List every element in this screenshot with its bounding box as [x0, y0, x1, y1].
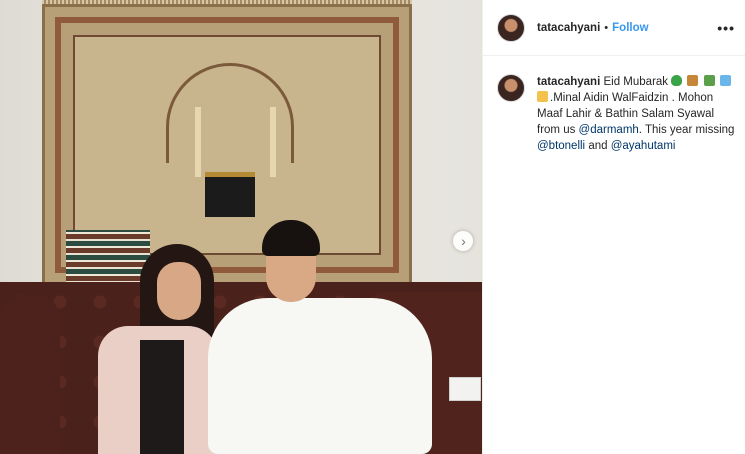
caption-text: tatacahyani Eid Mubarak .Minal Aidin Wal… — [537, 74, 735, 154]
book-stack — [66, 230, 150, 288]
green-heart-icon — [671, 75, 683, 86]
tapestry-minaret — [195, 107, 201, 177]
woman-face — [157, 262, 201, 320]
avatar[interactable] — [497, 13, 525, 42]
post-header: tatacahyani • Follow ••• — [483, 0, 745, 56]
post-side-panel: tatacahyani • Follow ••• tatacahyani Eid… — [482, 0, 745, 454]
caption-text-1: Eid Mubarak — [603, 76, 669, 88]
woman-top — [140, 340, 184, 454]
caption-text-3: . This year missing — [638, 124, 735, 136]
caption: tatacahyani Eid Mubarak .Minal Aidin Wal… — [483, 56, 745, 154]
sofa-arm-left — [0, 296, 60, 454]
separator-dot: • — [604, 21, 609, 34]
avatar[interactable] — [497, 74, 525, 102]
mention-link[interactable]: @ayahutami — [611, 140, 676, 152]
folded-hands-icon — [537, 91, 548, 102]
next-photo-button[interactable]: › — [453, 231, 473, 251]
follow-button[interactable]: Follow — [612, 22, 648, 34]
tapestry-kaaba — [205, 172, 255, 217]
palm-tree-icon — [703, 75, 715, 86]
chevron-right-icon: › — [461, 233, 466, 249]
wall-socket — [449, 377, 481, 401]
caption-username[interactable]: tatacahyani — [537, 76, 600, 88]
man-shirt — [208, 298, 432, 454]
camel-icon — [687, 75, 699, 86]
post-photo[interactable]: › — [0, 0, 482, 454]
mention-link[interactable]: @darmamh — [579, 124, 639, 136]
tapestry-center — [73, 35, 381, 255]
more-options-icon[interactable]: ••• — [717, 20, 735, 36]
mosque-icon — [719, 75, 731, 86]
caption-text-4: and — [588, 140, 608, 152]
header-username[interactable]: tatacahyani — [537, 22, 600, 34]
mention-link[interactable]: @btonelli — [537, 140, 585, 152]
tapestry-minaret — [270, 107, 276, 177]
